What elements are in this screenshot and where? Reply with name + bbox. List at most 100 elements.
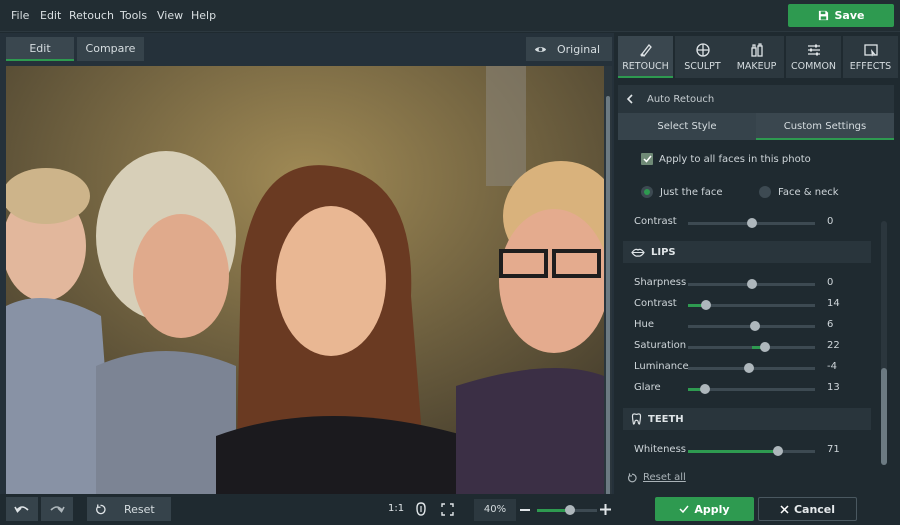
close-icon <box>780 504 789 514</box>
slider-value: 14 <box>827 298 840 309</box>
slider-knob[interactable] <box>773 446 784 456</box>
check-icon <box>679 505 689 513</box>
apply-label: Apply <box>694 502 730 516</box>
right-panel: RETOUCH SCULPT MAKEUP COMMON EFFECTS Aut… <box>615 33 900 525</box>
reset-icon <box>96 503 106 514</box>
slider-track[interactable] <box>688 384 815 394</box>
slider-track[interactable] <box>688 279 815 289</box>
tab-retouch-label: RETOUCH <box>622 61 669 72</box>
slider-knob[interactable] <box>746 279 757 289</box>
slider-row-glare: Glare 13 <box>634 381 864 397</box>
checkmark-icon <box>642 155 652 163</box>
radio-dot[interactable] <box>759 186 771 198</box>
undo-button[interactable] <box>6 497 38 521</box>
slider-label: Sharpness <box>634 277 687 288</box>
radio-just-face[interactable]: Just the face <box>641 186 723 198</box>
chevron-left-icon[interactable] <box>626 94 633 104</box>
redo-button[interactable] <box>41 497 73 521</box>
slider-row-hue: Hue 6 <box>634 318 864 334</box>
slider-track[interactable] <box>688 218 815 228</box>
tab-select-style[interactable]: Select Style <box>618 113 756 140</box>
zoom-value[interactable]: 40% <box>474 499 516 521</box>
menubar: File Edit Retouch Tools View Help Save <box>0 0 900 32</box>
slider-label: Whiteness <box>634 444 686 455</box>
slider-knob[interactable] <box>746 218 757 228</box>
slider-row-luminance: Luminance -4 <box>634 360 864 376</box>
sliders-icon <box>807 44 820 56</box>
tab-makeup[interactable]: MAKEUP <box>729 36 784 78</box>
apply-all-faces-label: Apply to all faces in this photo <box>659 153 811 165</box>
radio-face-neck[interactable]: Face & neck <box>759 186 839 198</box>
slider-label: Glare <box>634 382 661 393</box>
slider-row-whiteness: Whiteness 71 <box>634 443 864 459</box>
tooth-icon <box>631 413 642 425</box>
face-fit-icon[interactable] <box>415 502 427 516</box>
slider-knob[interactable] <box>750 321 761 331</box>
fit-screen-icon[interactable] <box>441 503 454 516</box>
slider-value: 0 <box>827 216 834 227</box>
undo-icon <box>14 506 29 513</box>
apply-all-faces-checkbox[interactable]: Apply to all faces in this photo <box>641 153 811 165</box>
slider-track[interactable] <box>688 446 815 456</box>
workspace: Edit Compare Original <box>0 33 614 525</box>
slider-knob[interactable] <box>743 363 754 373</box>
panel-scrollbar[interactable] <box>881 221 887 465</box>
original-label: Original <box>557 42 601 56</box>
vertical-scrollbar[interactable] <box>604 66 612 518</box>
menu-tools[interactable]: Tools <box>120 0 147 32</box>
menu-file[interactable]: File <box>11 0 29 32</box>
tab-compare[interactable]: Compare <box>77 37 144 61</box>
breadcrumb-label: Auto Retouch <box>647 93 715 105</box>
radio-face-neck-label: Face & neck <box>778 186 839 198</box>
slider-knob[interactable] <box>699 384 710 394</box>
slider-track[interactable] <box>688 342 815 352</box>
reset-all-link[interactable]: Reset all <box>627 472 686 483</box>
tab-common[interactable]: COMMON <box>786 36 841 78</box>
original-button[interactable]: Original <box>526 37 612 61</box>
checkbox-box[interactable] <box>641 153 653 165</box>
slider-row-saturation: Saturation 22 <box>634 339 864 355</box>
slider-knob[interactable] <box>760 342 771 352</box>
slider-track[interactable] <box>688 321 815 331</box>
tab-sculpt[interactable]: SCULPT <box>675 36 730 78</box>
menu-view[interactable]: View <box>157 0 183 32</box>
section-lips[interactable]: LIPS <box>623 241 871 263</box>
zoom-in-icon[interactable] <box>600 504 611 515</box>
photo-canvas[interactable] <box>6 66 604 518</box>
slider-knob[interactable] <box>700 300 711 310</box>
zoom-slider-knob[interactable] <box>565 505 575 515</box>
slider-label: Contrast <box>634 216 677 227</box>
photo-image <box>6 66 604 518</box>
tab-edit[interactable]: Edit <box>6 37 74 61</box>
vertical-scroll-thumb[interactable] <box>606 96 610 496</box>
zoom-out-icon[interactable] <box>520 509 530 512</box>
breadcrumb[interactable]: Auto Retouch <box>618 85 894 113</box>
redo-icon <box>50 506 65 513</box>
tab-custom-settings[interactable]: Custom Settings <box>756 113 894 140</box>
panel-scroll-thumb[interactable] <box>881 368 887 465</box>
radio-dot-selected[interactable] <box>641 186 653 198</box>
save-button[interactable]: Save <box>788 4 894 27</box>
slider-track[interactable] <box>688 363 815 373</box>
menu-edit[interactable]: Edit <box>40 0 61 32</box>
reset-button[interactable]: Reset <box>87 497 171 521</box>
menu-help[interactable]: Help <box>191 0 216 32</box>
tab-makeup-label: MAKEUP <box>736 61 777 72</box>
zoom-slider[interactable] <box>537 505 597 515</box>
section-teeth[interactable]: TEETH <box>623 408 871 430</box>
save-label: Save <box>834 9 865 22</box>
cancel-button[interactable]: Cancel <box>758 497 857 521</box>
apply-button[interactable]: Apply <box>655 497 754 521</box>
tab-effects[interactable]: EFFECTS <box>843 36 898 78</box>
tab-effects-label: EFFECTS <box>849 61 892 72</box>
slider-label: Saturation <box>634 340 687 351</box>
bottom-toolbar: Reset 1:1 40% <box>0 494 614 525</box>
menu-retouch[interactable]: Retouch <box>69 0 114 32</box>
reset-all-label: Reset all <box>643 472 686 483</box>
actual-size-button[interactable]: 1:1 <box>388 503 404 514</box>
slider-label: Luminance <box>634 361 689 372</box>
slider-row-sharpness: Sharpness 0 <box>634 276 864 292</box>
slider-track[interactable] <box>688 300 815 310</box>
tab-retouch[interactable]: RETOUCH <box>618 36 673 78</box>
slider-value: 13 <box>827 382 840 393</box>
